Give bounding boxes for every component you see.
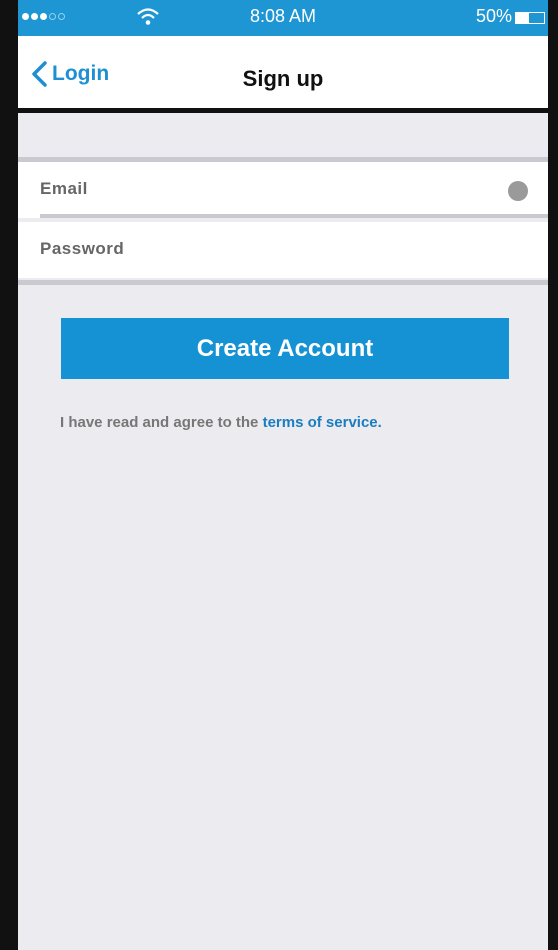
password-field[interactable]: Password bbox=[18, 222, 548, 278]
phone-frame: 8:08 AM 50% Login Sign up Email Password… bbox=[0, 0, 558, 950]
page-title: Sign up bbox=[242, 66, 324, 91]
status-time: 8:08 AM bbox=[249, 6, 317, 26]
password-field-label: Password bbox=[40, 239, 125, 258]
field-divider bbox=[40, 214, 548, 218]
terms-prefix: I have read and agree to the bbox=[60, 414, 263, 431]
status-bar: 8:08 AM 50% bbox=[18, 0, 548, 36]
terms-of-service-link[interactable]: terms of service. bbox=[263, 414, 382, 431]
app-screen: 8:08 AM 50% Login Sign up Email Password… bbox=[18, 0, 548, 950]
create-account-button[interactable]: Create Account bbox=[61, 318, 509, 379]
terms-notice: I have read and agree to the terms of se… bbox=[60, 414, 382, 431]
battery-fill bbox=[516, 13, 529, 23]
navigation-bar: Login Sign up bbox=[18, 36, 548, 113]
battery-icon bbox=[515, 12, 545, 24]
email-field-label: Email bbox=[40, 179, 88, 198]
status-dot-icon bbox=[508, 181, 528, 201]
section-divider bbox=[18, 280, 548, 285]
battery-percentage: 50% bbox=[476, 6, 513, 26]
email-field[interactable]: Email bbox=[18, 162, 548, 218]
